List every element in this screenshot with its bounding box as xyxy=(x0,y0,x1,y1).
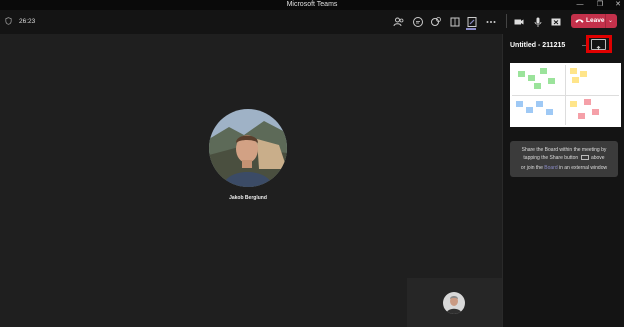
sticky-note xyxy=(592,109,599,115)
sticky-note xyxy=(570,101,577,107)
close-window-icon[interactable]: ✕ xyxy=(610,0,624,10)
camera-icon[interactable] xyxy=(513,15,525,27)
sticky-note xyxy=(572,77,579,83)
sticky-note xyxy=(546,109,553,115)
sticky-note xyxy=(584,99,591,105)
reactions-icon[interactable] xyxy=(430,15,442,27)
participant-name: Jakob Berglund xyxy=(229,195,267,201)
chevron-down-icon[interactable]: ⌄ xyxy=(608,17,613,24)
sticky-note xyxy=(534,83,541,89)
sticky-note xyxy=(516,101,523,107)
meeting-toolbar xyxy=(0,10,624,34)
window-title: Microsoft Teams xyxy=(286,1,338,8)
active-tab-indicator xyxy=(466,28,476,30)
join-text: or join the xyxy=(520,165,543,171)
sticky-note xyxy=(570,68,577,74)
board-thumbnail[interactable] xyxy=(510,63,621,127)
sticky-note xyxy=(578,113,585,119)
sticky-note xyxy=(528,75,535,81)
shield-icon[interactable] xyxy=(5,17,12,25)
sticky-note xyxy=(548,78,555,84)
sticky-note xyxy=(580,71,587,77)
window-titlebar: Microsoft Teams xyxy=(0,0,624,10)
microphone-icon[interactable] xyxy=(532,15,544,27)
share-inline-icon xyxy=(580,155,589,161)
sticky-note xyxy=(518,71,525,77)
leave-label: Leave xyxy=(586,17,605,24)
sticky-note xyxy=(526,107,533,113)
more-options-icon[interactable] xyxy=(485,15,497,27)
people-icon[interactable] xyxy=(393,15,405,27)
toolbar-divider xyxy=(506,14,507,28)
share-info-line2: or join the Board in an external window xyxy=(516,164,612,172)
share-highlight-box xyxy=(586,35,612,53)
chat-icon[interactable] xyxy=(412,15,424,27)
rooms-icon[interactable] xyxy=(449,15,461,27)
external-window-text: in an external window xyxy=(559,165,608,171)
board-title: Untitled - 211215 xyxy=(510,42,566,49)
restore-icon[interactable]: ❐ xyxy=(592,0,608,10)
meeting-timer: 26:23 xyxy=(19,18,36,25)
sticky-note xyxy=(540,68,547,74)
share-info-card: Share the Board within the meeting by ta… xyxy=(510,141,618,177)
self-avatar xyxy=(443,292,465,314)
leave-button[interactable]: Leave ⌄ xyxy=(571,14,617,28)
board-link[interactable]: Board xyxy=(544,165,557,171)
whiteboard-icon[interactable] xyxy=(466,15,478,27)
participant-avatar xyxy=(209,109,287,187)
share-info-text-end: above xyxy=(590,155,605,161)
phone-hangup-icon xyxy=(575,19,584,23)
share-screen-icon[interactable] xyxy=(550,15,562,27)
board-divider-horizontal xyxy=(512,95,619,96)
sticky-note xyxy=(536,101,543,107)
leave-divider xyxy=(605,14,606,28)
minimize-icon[interactable]: — xyxy=(572,0,588,10)
share-info-line1: Share the Board within the meeting by ta… xyxy=(516,146,612,162)
